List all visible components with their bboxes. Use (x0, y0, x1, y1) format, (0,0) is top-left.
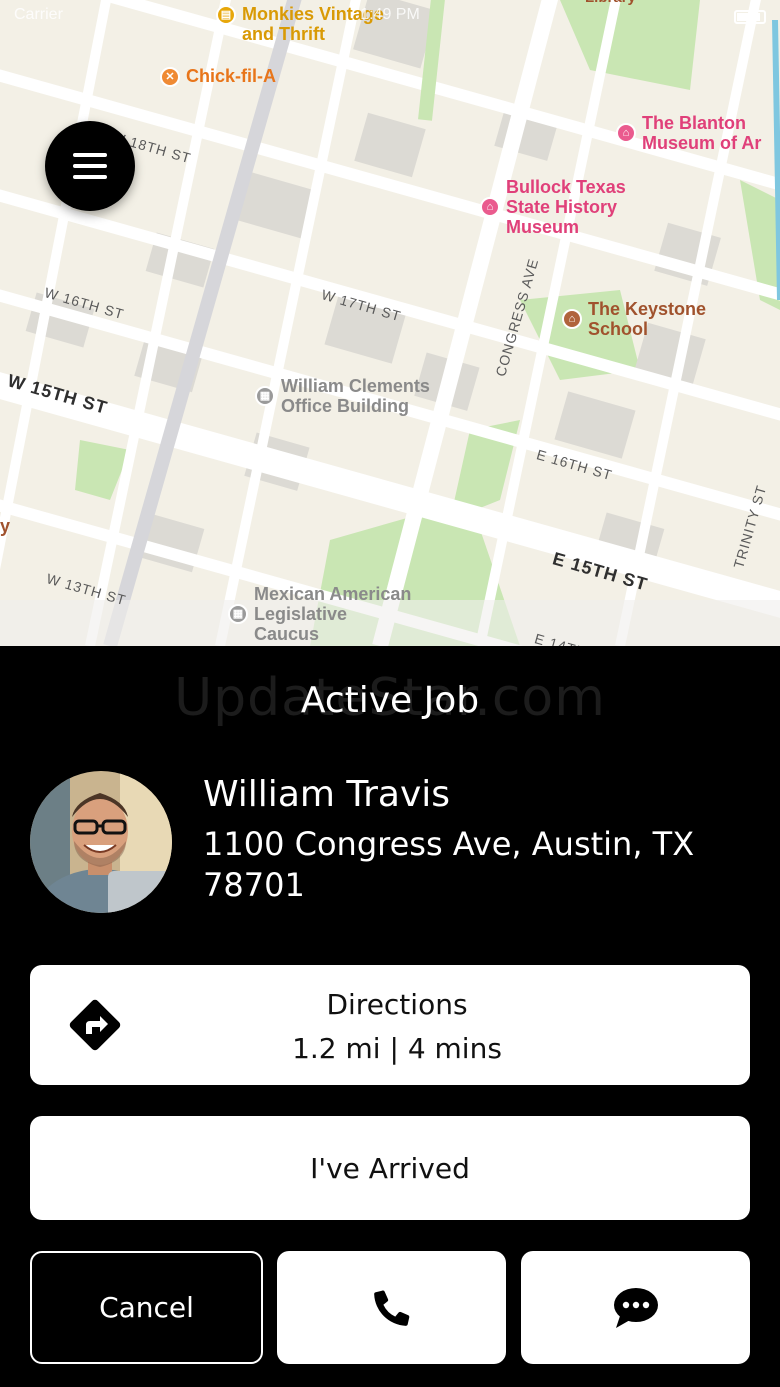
phone-icon (373, 1290, 409, 1326)
food-icon: ✕ (160, 67, 180, 87)
avatar (30, 771, 172, 913)
directions-eta: 4 mins (407, 1032, 502, 1065)
status-bar: Carrier 1:49 PM (14, 6, 766, 30)
directions-info: 1.2 mi | 4 mins (30, 1027, 764, 1071)
message-button[interactable] (521, 1251, 750, 1364)
cancel-button[interactable]: Cancel (30, 1251, 263, 1364)
customer-name: William Travis (203, 774, 451, 815)
street-label: y (0, 516, 12, 536)
directions-label: Directions (326, 988, 468, 1021)
map-view[interactable]: ▤ Monkies Vintage and Thrift ✕ Chick-fil… (0, 0, 780, 646)
museum-icon: ⌂ (480, 197, 500, 217)
panel-title: Active Job (300, 680, 480, 721)
directions-distance: 1.2 mi (292, 1032, 381, 1065)
active-job-panel: UpdateStar.com Active Job William Travis… (0, 646, 780, 1387)
building-icon: ▦ (255, 386, 275, 406)
museum-icon: ⌂ (616, 123, 636, 143)
arrived-button[interactable]: I've Arrived (30, 1116, 750, 1220)
school-icon: ⌂ (562, 309, 582, 329)
chat-bubble-icon (613, 1287, 658, 1328)
building-icon: ▦ (228, 604, 248, 624)
poi-bullock-museum[interactable]: ⌂ Bullock Texas State History Museum (480, 177, 626, 237)
poi-blanton-museum[interactable]: ⌂ The Blanton Museum of Ar (616, 113, 761, 153)
directions-button[interactable]: Directions 1.2 mi | 4 mins (30, 965, 750, 1085)
hamburger-menu-icon[interactable] (45, 121, 135, 211)
customer-address: 1100 Congress Ave, Austin, TX 78701 (203, 825, 695, 904)
poi-keystone-school[interactable]: ⌂ The Keystone School (562, 299, 706, 339)
call-button[interactable] (277, 1251, 506, 1364)
battery-icon (734, 10, 766, 24)
directions-text: Directions 1.2 mi | 4 mins (30, 983, 764, 1071)
status-time: 1:49 PM (360, 6, 420, 23)
poi-chick-fil-a[interactable]: ✕ Chick-fil-A (160, 66, 276, 87)
poi-mexican-american-caucus[interactable]: ▦ Mexican American Legislative Caucus (228, 584, 411, 644)
poi-william-clements-building[interactable]: ▦ William Clements Office Building (255, 376, 430, 416)
directions-separator: | (389, 1032, 399, 1065)
